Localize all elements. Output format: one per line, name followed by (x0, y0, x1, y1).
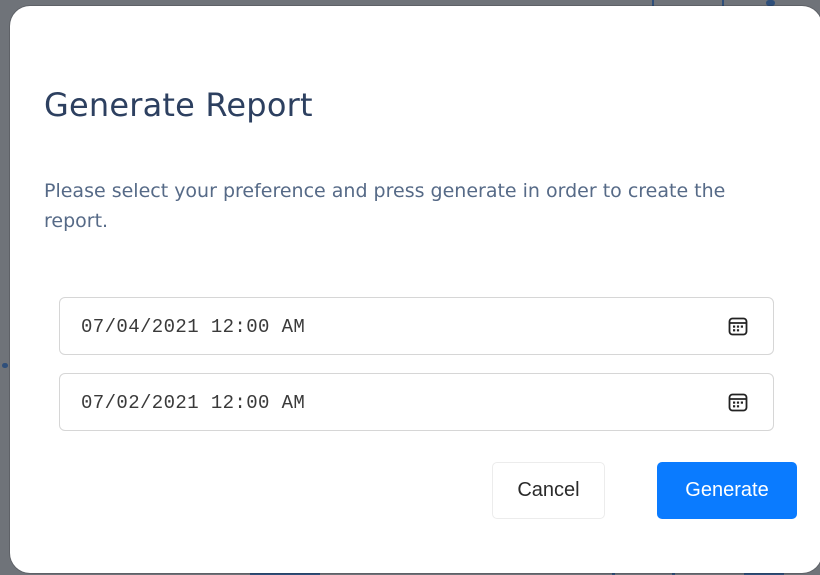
calendar-icon[interactable] (728, 316, 748, 336)
dialog-title: Generate Report (44, 86, 313, 124)
dialog-description: Please select your preference and press … (44, 180, 726, 232)
start-date-input[interactable]: 07/04/2021 12:00 AM (59, 297, 774, 355)
generate-button[interactable]: Generate (657, 462, 797, 519)
calendar-icon[interactable] (728, 392, 748, 412)
cancel-button[interactable]: Cancel (492, 462, 605, 519)
generate-report-dialog: Generate Report Please select your prefe… (10, 6, 820, 573)
end-date-value: 07/02/2021 12:00 AM (81, 392, 306, 414)
start-date-value: 07/04/2021 12:00 AM (81, 316, 306, 338)
end-date-input[interactable]: 07/02/2021 12:00 AM (59, 373, 774, 431)
backdrop-fragment (2, 363, 8, 368)
